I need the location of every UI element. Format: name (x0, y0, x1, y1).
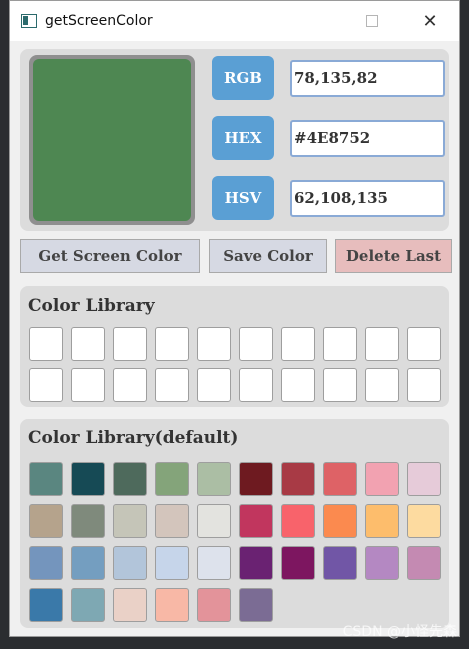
watermark: CSDN @小怪先森 (342, 624, 457, 640)
default-color-swatch[interactable] (113, 588, 147, 622)
library-slot[interactable] (239, 368, 273, 402)
hex-value-field[interactable]: #4E8752 (290, 120, 445, 157)
hex-label: HEX (212, 116, 274, 160)
default-color-swatch[interactable] (197, 546, 231, 580)
close-button[interactable]: ✕ (408, 1, 452, 41)
default-color-swatch[interactable] (113, 546, 147, 580)
default-color-swatch[interactable] (407, 504, 441, 538)
default-color-swatch[interactable] (239, 546, 273, 580)
library-slot[interactable] (197, 327, 231, 361)
hsv-label: HSV (212, 176, 274, 220)
default-color-swatch[interactable] (155, 546, 189, 580)
close-icon: ✕ (422, 10, 438, 32)
window-title: getScreenColor (45, 13, 153, 29)
default-color-swatch[interactable] (239, 462, 273, 496)
library-slot[interactable] (365, 368, 399, 402)
color-preview (33, 59, 191, 221)
library-slot[interactable] (155, 327, 189, 361)
library-slot[interactable] (197, 368, 231, 402)
default-color-swatch[interactable] (197, 462, 231, 496)
library-slot[interactable] (29, 368, 63, 402)
library-slot[interactable] (407, 327, 441, 361)
library-slot[interactable] (323, 368, 357, 402)
default-color-swatch[interactable] (155, 462, 189, 496)
app-icon (21, 14, 37, 28)
rgb-value-field[interactable]: 78,135,82 (290, 60, 445, 97)
library-slot[interactable] (71, 368, 105, 402)
library-slot[interactable] (71, 327, 105, 361)
default-color-swatch[interactable] (281, 504, 315, 538)
default-color-swatch[interactable] (113, 504, 147, 538)
save-color-button[interactable]: Save Color (209, 239, 327, 273)
default-library-title: Color Library(default) (28, 428, 239, 448)
default-color-swatch[interactable] (407, 546, 441, 580)
default-color-swatch[interactable] (323, 546, 357, 580)
get-screen-color-button[interactable]: Get Screen Color (20, 239, 200, 273)
default-color-swatch[interactable] (323, 504, 357, 538)
library-slot[interactable] (29, 327, 63, 361)
default-color-swatch[interactable] (113, 462, 147, 496)
library-slot[interactable] (155, 368, 189, 402)
default-color-swatch[interactable] (323, 462, 357, 496)
rgb-label: RGB (212, 56, 274, 100)
default-color-swatch[interactable] (155, 504, 189, 538)
library-slot[interactable] (281, 327, 315, 361)
default-color-swatch[interactable] (71, 462, 105, 496)
title-bar: getScreenColor ✕ (10, 1, 459, 41)
library-slot[interactable] (239, 327, 273, 361)
default-color-swatch[interactable] (71, 504, 105, 538)
default-color-swatch[interactable] (407, 462, 441, 496)
default-color-swatch[interactable] (71, 588, 105, 622)
default-color-swatch[interactable] (365, 462, 399, 496)
default-color-swatch[interactable] (239, 504, 273, 538)
hsv-value-field[interactable]: 62,108,135 (290, 180, 445, 217)
default-color-swatch[interactable] (281, 546, 315, 580)
default-color-swatch[interactable] (29, 546, 63, 580)
default-color-swatch[interactable] (281, 462, 315, 496)
default-color-swatch[interactable] (29, 588, 63, 622)
default-color-swatch[interactable] (365, 504, 399, 538)
default-color-swatch[interactable] (197, 504, 231, 538)
maximize-icon (366, 15, 378, 27)
delete-last-button[interactable]: Delete Last (335, 239, 452, 273)
default-color-swatch[interactable] (365, 546, 399, 580)
library-slot[interactable] (365, 327, 399, 361)
default-color-swatch[interactable] (239, 588, 273, 622)
app-window: getScreenColor ✕ RGB 78,135,82 HEX #4E87… (9, 0, 460, 637)
default-color-swatch[interactable] (29, 504, 63, 538)
library-slot[interactable] (113, 368, 147, 402)
default-color-swatch[interactable] (197, 588, 231, 622)
color-library-title: Color Library (28, 296, 155, 316)
library-slot[interactable] (113, 327, 147, 361)
default-color-swatch[interactable] (29, 462, 63, 496)
library-slot[interactable] (323, 327, 357, 361)
default-color-swatch[interactable] (155, 588, 189, 622)
default-color-swatch[interactable] (71, 546, 105, 580)
library-slot[interactable] (407, 368, 441, 402)
maximize-button[interactable] (350, 1, 394, 41)
library-slot[interactable] (281, 368, 315, 402)
